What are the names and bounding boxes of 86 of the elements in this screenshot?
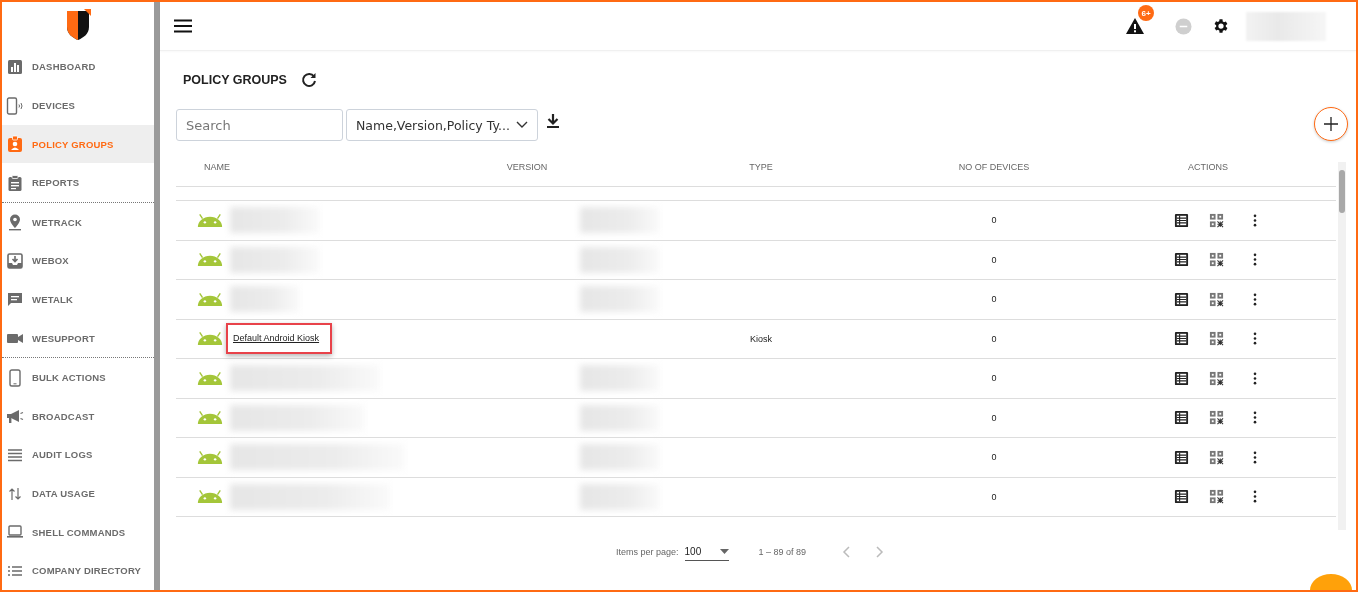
- sidebar-item[interactable]: DEVICES: [2, 86, 154, 125]
- sidebar-item[interactable]: REPORTS: [2, 163, 154, 203]
- settings-icon[interactable]: [1212, 17, 1230, 35]
- more-options-icon[interactable]: [1253, 490, 1257, 504]
- page-title: POLICY GROUPS: [183, 73, 287, 87]
- android-icon: [196, 410, 224, 426]
- download-icon[interactable]: [545, 113, 561, 129]
- page-range: 1 – 89 of 89: [758, 547, 807, 557]
- search-field[interactable]: Search: [176, 109, 343, 141]
- list-icon[interactable]: [1174, 449, 1189, 465]
- list-icon[interactable]: [1174, 252, 1189, 268]
- sidebar-item[interactable]: DASHBOARD: [2, 47, 154, 87]
- android-icon: [196, 252, 224, 268]
- sidebar-item[interactable]: BROADCAST: [2, 397, 154, 436]
- qr-code-icon[interactable]: [1209, 252, 1224, 268]
- sidebar-item-icon: [6, 213, 24, 232]
- list-icon[interactable]: [1174, 212, 1189, 228]
- sidebar-item-icon: [6, 58, 24, 76]
- more-options-icon[interactable]: [1253, 411, 1257, 425]
- device-count: 0: [991, 373, 997, 384]
- qr-code-icon[interactable]: [1209, 489, 1224, 505]
- device-count: 0: [991, 294, 997, 305]
- add-button[interactable]: [1314, 107, 1348, 141]
- sidebar-item[interactable]: WETALK: [2, 280, 154, 319]
- qr-code-icon[interactable]: [1209, 331, 1224, 347]
- device-count: 0: [991, 215, 997, 226]
- sidebar-item[interactable]: WEBOX: [2, 241, 154, 281]
- column-header: NO OF DEVICES: [957, 161, 1031, 172]
- more-options-icon[interactable]: [1253, 292, 1257, 306]
- qr-code-icon[interactable]: [1209, 449, 1224, 465]
- qr-code-icon[interactable]: [1209, 291, 1224, 307]
- chevron-down-icon: [516, 121, 528, 129]
- more-options-icon[interactable]: [1253, 371, 1257, 385]
- sidebar-item-icon: [6, 173, 24, 192]
- list-icon[interactable]: [1174, 410, 1189, 426]
- column-header: VERSION: [505, 161, 549, 172]
- device-count: 0: [991, 333, 997, 344]
- sidebar-item[interactable]: COMPANY DIRECTORY: [2, 551, 154, 590]
- more-options-icon[interactable]: [1253, 213, 1257, 227]
- page-size-select[interactable]: 100: [684, 543, 729, 561]
- notification-badge: 6+: [1138, 5, 1154, 21]
- scrollbar[interactable]: [1338, 162, 1346, 530]
- list-icon[interactable]: [1174, 331, 1189, 347]
- android-icon: [196, 449, 224, 465]
- column-filter-dropdown[interactable]: Name,Version,Policy Ty...: [346, 109, 538, 141]
- sidebar-item-icon: [6, 368, 24, 387]
- list-icon[interactable]: [1174, 291, 1189, 307]
- caret-icon: [719, 549, 729, 554]
- sidebar-item-icon: [6, 251, 24, 270]
- redacted-name: [230, 286, 300, 313]
- qr-code-icon[interactable]: [1209, 370, 1224, 386]
- sidebar-item[interactable]: BULK ACTIONS: [2, 358, 154, 398]
- column-header: TYPE: [748, 161, 774, 172]
- sidebar-item[interactable]: WESUPPORT: [2, 318, 154, 358]
- refresh-icon[interactable]: [300, 72, 317, 88]
- sidebar-item[interactable]: AUDIT LOGS: [2, 435, 154, 475]
- device-count: 0: [991, 254, 997, 265]
- sidebar-item-icon: [6, 96, 24, 115]
- sidebar-item[interactable]: DATA USAGE: [2, 474, 154, 513]
- menu-icon[interactable]: [174, 19, 192, 33]
- device-count: 0: [991, 412, 997, 423]
- android-icon: [196, 212, 224, 228]
- shield-logo: [65, 8, 91, 41]
- policy-name-link[interactable]: Default Android Kiosk: [233, 333, 320, 344]
- plus-icon: [1324, 117, 1338, 131]
- warning-icon[interactable]: [1125, 16, 1145, 36]
- qr-code-icon[interactable]: [1209, 212, 1224, 228]
- sidebar-item[interactable]: WETRACK: [2, 203, 154, 242]
- more-options-icon[interactable]: [1253, 332, 1257, 346]
- column-header: ACTIONS: [1188, 161, 1228, 172]
- android-icon: [196, 291, 224, 307]
- list-icon[interactable]: [1174, 489, 1189, 505]
- android-icon: [196, 489, 224, 505]
- type-cell: Kiosk: [750, 333, 772, 344]
- column-header: NAME: [203, 161, 231, 172]
- android-icon: [196, 370, 224, 386]
- qr-code-icon[interactable]: [1209, 410, 1224, 426]
- more-options-icon[interactable]: [1253, 253, 1257, 267]
- list-icon[interactable]: [1174, 370, 1189, 386]
- device-count: 0: [991, 452, 997, 463]
- more-options-icon[interactable]: [1253, 450, 1257, 464]
- sidebar-item[interactable]: SHELL COMMANDS: [2, 512, 154, 552]
- sidebar-item-icon: [6, 135, 24, 154]
- android-icon: [196, 331, 224, 347]
- items-per-page-label: Items per page:: [616, 547, 679, 557]
- device-count: 0: [991, 491, 997, 502]
